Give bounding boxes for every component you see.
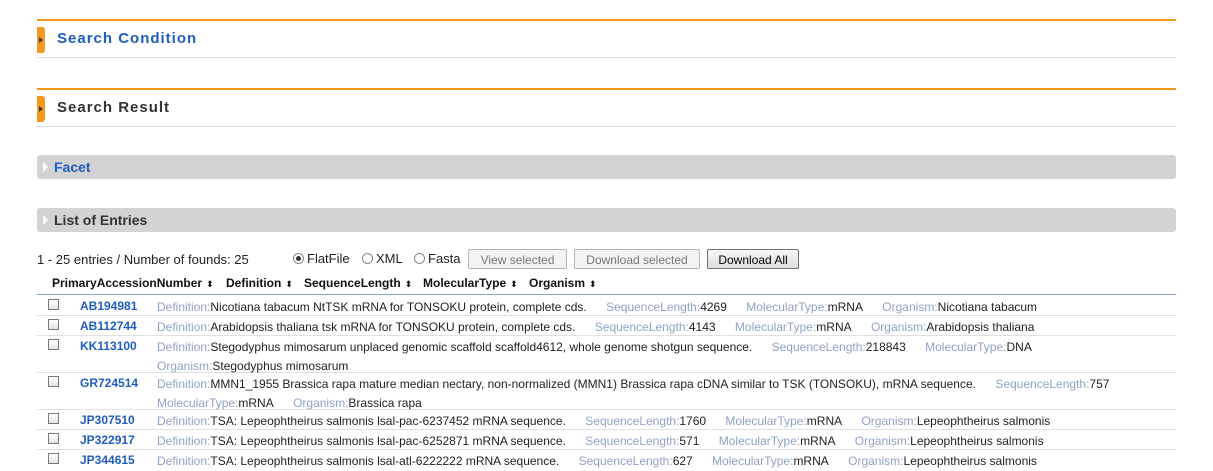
molecular-type-value: mRNA xyxy=(238,396,274,410)
definition-value: Nicotiana tabacum NtTSK mRNA for TONSOKU… xyxy=(210,300,587,314)
sequence-length-value: 1760 xyxy=(679,414,707,428)
accession-link[interactable]: JP307510 xyxy=(80,413,135,427)
accession-link[interactable]: JP344615 xyxy=(80,453,135,467)
sort-icon: ⬍ xyxy=(589,279,597,289)
accession-link[interactable]: AB112744 xyxy=(80,319,137,333)
found-count-text: 1 - 25 entries / Number of founds: 25 xyxy=(37,252,249,267)
molecular-type-value: mRNA xyxy=(793,454,829,468)
definition-value: MMN1_1955 Brassica rapa mature median ne… xyxy=(210,377,976,391)
definition-value: Stegodyphus mimosarum unplaced genomic s… xyxy=(210,340,753,354)
row-checkbox[interactable] xyxy=(48,453,59,464)
search-condition-section[interactable]: Search Condition xyxy=(37,19,1176,58)
organism-value: Stegodyphus mimosarum xyxy=(212,359,349,373)
row-checkbox[interactable] xyxy=(48,413,59,424)
row-checkbox[interactable] xyxy=(48,433,59,444)
entry-details: Definition:TSA: Lepeophtheirus salmonis … xyxy=(157,454,1037,468)
table-row: AB194981 Definition:Nicotiana tabacum Nt… xyxy=(37,296,1176,316)
organism-value: Lepeophtheirus salmonis xyxy=(910,434,1044,448)
table-row: JP307510 Definition:TSA: Lepeophtheirus … xyxy=(37,410,1176,430)
column-header-organism[interactable]: Organism ⬍ xyxy=(529,276,597,290)
accession-link[interactable]: AB194981 xyxy=(80,299,137,313)
radio-icon[interactable] xyxy=(414,253,425,264)
table-row: KK113100 Definition:Stegodyphus mimosaru… xyxy=(37,336,1176,373)
sequence-length-value: 627 xyxy=(672,454,693,468)
download-selected-button[interactable]: Download selected xyxy=(574,249,700,269)
table-row: JP322917 Definition:TSA: Lepeophtheirus … xyxy=(37,430,1176,450)
row-checkbox[interactable] xyxy=(48,319,59,330)
table-row: JP344615 Definition:TSA: Lepeophtheirus … xyxy=(37,450,1176,470)
search-result-title: Search Result xyxy=(57,99,171,116)
accession-link[interactable]: GR724514 xyxy=(80,376,138,390)
download-all-button[interactable]: Download All xyxy=(707,249,799,269)
sequence-length-value: 571 xyxy=(679,434,700,448)
row-checkbox[interactable] xyxy=(48,339,59,350)
row-checkbox[interactable] xyxy=(48,376,59,387)
definition-value: TSA: Lepeophtheirus salmonis lsal-atl-62… xyxy=(210,454,560,468)
collapse-triangle-icon xyxy=(43,215,48,225)
view-selected-button[interactable]: View selected xyxy=(468,249,567,269)
column-header-accession[interactable]: PrimaryAccessionNumber ⬍ xyxy=(52,276,214,290)
format-radio-xml[interactable]: XML xyxy=(362,251,403,266)
entry-details: Definition:Arabidopsis thaliana tsk mRNA… xyxy=(157,320,1035,334)
molecular-type-value: mRNA xyxy=(827,300,863,314)
radio-icon[interactable] xyxy=(362,253,373,264)
sequence-length-value: 4143 xyxy=(688,320,716,334)
sort-icon: ⬍ xyxy=(510,279,518,289)
sort-icon: ⬍ xyxy=(404,279,413,289)
format-radio-flatfile[interactable]: FlatFile xyxy=(293,251,350,266)
sort-icon: ⬍ xyxy=(285,279,293,289)
organism-value: Lepeophtheirus salmonis xyxy=(916,414,1051,428)
list-of-entries-bar: List of Entries xyxy=(37,208,1176,232)
collapse-triangle-icon xyxy=(43,162,48,172)
column-header-definition[interactable]: Definition ⬍ xyxy=(226,276,293,290)
header-divider xyxy=(37,294,1176,295)
molecular-type-value: mRNA xyxy=(816,320,852,334)
facet-link[interactable]: Facet xyxy=(54,159,91,175)
expand-arrow-icon[interactable] xyxy=(37,27,45,53)
sequence-length-value: 757 xyxy=(1089,377,1110,391)
molecular-type-value: DNA xyxy=(1006,340,1032,354)
column-header-molecular-type[interactable]: MolecularType ⬍ xyxy=(423,276,518,290)
row-checkbox[interactable] xyxy=(48,299,59,310)
format-label: XML xyxy=(376,251,403,266)
definition-value: TSA: Lepeophtheirus salmonis lsal-pac-62… xyxy=(210,434,566,448)
entry-details: Definition:TSA: Lepeophtheirus salmonis … xyxy=(157,434,1044,448)
format-label: Fasta xyxy=(428,251,461,266)
search-result-section: Search Result xyxy=(37,88,1176,127)
column-header-sequence-length[interactable]: SequenceLength ⬍ xyxy=(304,276,412,290)
radio-selected-icon[interactable] xyxy=(293,253,304,264)
format-radio-fasta[interactable]: Fasta xyxy=(414,251,461,266)
accession-link[interactable]: KK113100 xyxy=(80,339,137,353)
sequence-length-value: 4269 xyxy=(700,300,727,314)
definition-value: Arabidopsis thaliana tsk mRNA for TONSOK… xyxy=(210,320,576,334)
entry-details: Definition:TSA: Lepeophtheirus salmonis … xyxy=(157,414,1051,428)
molecular-type-value: mRNA xyxy=(806,414,843,428)
result-controls: 1 - 25 entries / Number of founds: 25 Fl… xyxy=(37,249,1176,271)
definition-value: TSA: Lepeophtheirus salmonis lsal-pac-62… xyxy=(210,414,566,428)
expand-arrow-icon[interactable] xyxy=(37,96,45,122)
molecular-type-value: mRNA xyxy=(800,434,836,448)
format-label: FlatFile xyxy=(307,251,350,266)
table-row: GR724514 Definition:MMN1_1955 Brassica r… xyxy=(37,373,1176,410)
accession-link[interactable]: JP322917 xyxy=(80,433,135,447)
search-condition-title[interactable]: Search Condition xyxy=(57,30,197,47)
organism-value: Lepeophtheirus salmonis xyxy=(903,454,1037,468)
entry-details: Definition:Stegodyphus mimosarum unplace… xyxy=(157,340,1032,373)
sequence-length-value: 218843 xyxy=(865,340,906,354)
table-row: AB112744 Definition:Arabidopsis thaliana… xyxy=(37,316,1176,336)
sort-icon: ⬍ xyxy=(206,279,214,289)
organism-value: Nicotiana tabacum xyxy=(937,300,1038,314)
entry-details: Definition:MMN1_1955 Brassica rapa matur… xyxy=(157,377,1110,410)
organism-value: Brassica rapa xyxy=(348,396,422,410)
entry-details: Definition:Nicotiana tabacum NtTSK mRNA … xyxy=(157,300,1038,314)
list-of-entries-title: List of Entries xyxy=(54,212,148,228)
facet-bar[interactable]: Facet xyxy=(37,155,1176,179)
organism-value: Arabidopsis thaliana xyxy=(926,320,1035,334)
